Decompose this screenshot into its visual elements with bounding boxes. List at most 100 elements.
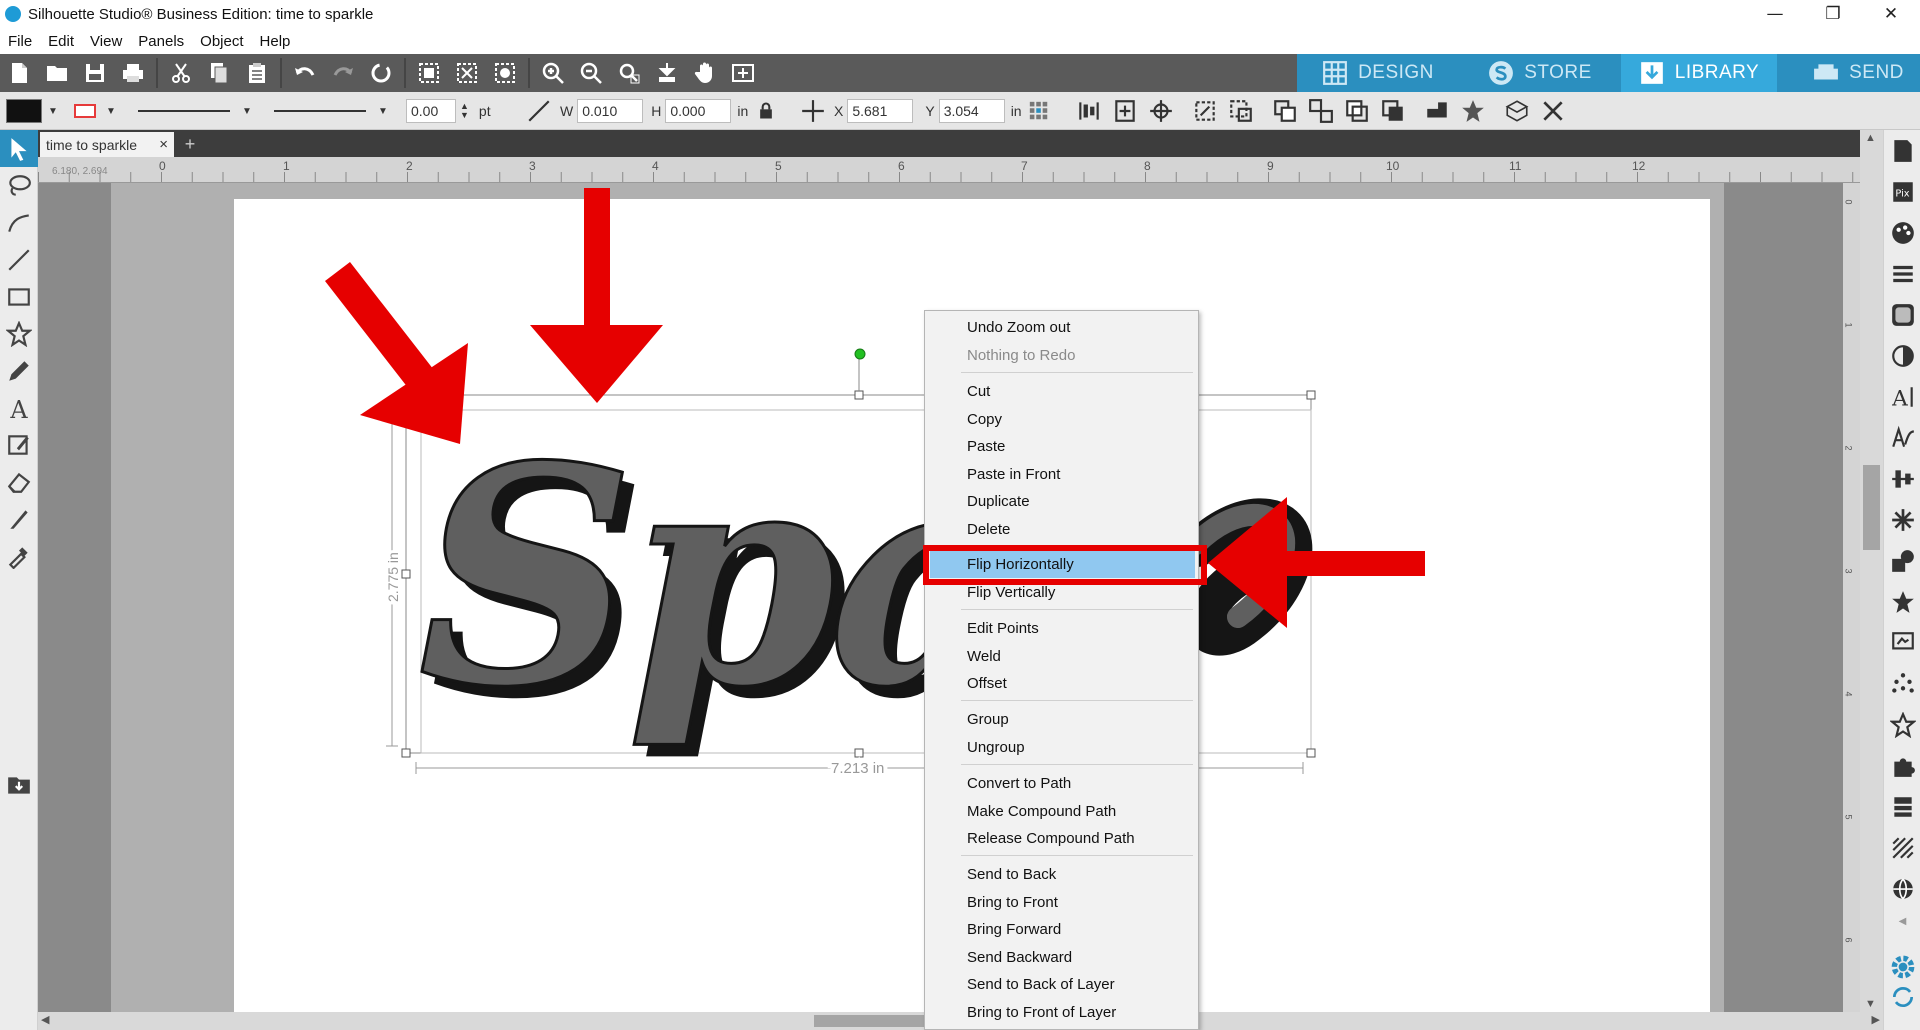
- tab-send[interactable]: SEND: [1777, 54, 1920, 92]
- line-width-input[interactable]: 0.00: [406, 99, 456, 123]
- line-cap-preview[interactable]: [274, 110, 366, 112]
- tab-store[interactable]: STORE: [1459, 54, 1621, 92]
- open-folder-icon[interactable]: [38, 54, 76, 92]
- menu-item-duplicate[interactable]: Duplicate: [967, 492, 1030, 512]
- compound-path-icon[interactable]: [1344, 98, 1370, 124]
- line-style-dropdown-icon[interactable]: ▼: [242, 106, 252, 117]
- deselect-icon[interactable]: [448, 54, 486, 92]
- library-folder-button[interactable]: [0, 766, 38, 803]
- lock-icon[interactable]: [756, 101, 776, 121]
- menu-item-edit-points[interactable]: Edit Points: [967, 619, 1039, 639]
- modify-button[interactable]: [1884, 540, 1920, 581]
- menu-item-make-compound-path[interactable]: Make Compound Path: [967, 802, 1116, 822]
- menu-item-send-to-back-of-layer[interactable]: Send to Back of Layer: [967, 975, 1115, 995]
- replicate-icon[interactable]: [1504, 98, 1530, 124]
- knife-tool[interactable]: [0, 500, 38, 537]
- layers-button[interactable]: [1884, 786, 1920, 827]
- print-icon[interactable]: [114, 54, 152, 92]
- sketch-button[interactable]: [1884, 663, 1920, 704]
- menu-item-weld[interactable]: Weld: [967, 647, 1001, 667]
- menu-edit[interactable]: Edit: [48, 33, 74, 50]
- x-input[interactable]: 5.681: [847, 99, 914, 123]
- zoom-select-icon[interactable]: [610, 54, 648, 92]
- lasso-tool[interactable]: [0, 167, 38, 204]
- menu-item-bring-to-front[interactable]: Bring to Front: [967, 893, 1058, 913]
- menu-item-cut[interactable]: Cut: [967, 382, 990, 402]
- sketch-fill-button[interactable]: [1884, 827, 1920, 868]
- menu-item-send-backward[interactable]: Send Backward: [967, 948, 1072, 968]
- line-tool[interactable]: [0, 241, 38, 278]
- edit-text-tool[interactable]: [0, 426, 38, 463]
- menu-item-offset[interactable]: Offset: [967, 674, 1007, 694]
- eraser-tool[interactable]: [0, 463, 38, 500]
- pixscan-button[interactable]: Pix: [1884, 171, 1920, 212]
- offset-button[interactable]: [1884, 581, 1920, 622]
- align-button[interactable]: [1884, 458, 1920, 499]
- menu-panels[interactable]: Panels: [138, 33, 184, 50]
- star-library-button[interactable]: [1884, 704, 1920, 745]
- trace-button[interactable]: [1884, 622, 1920, 663]
- menu-item-bring-forward[interactable]: Bring Forward: [967, 920, 1061, 940]
- menu-item-send-to-back[interactable]: Send to Back: [967, 865, 1056, 885]
- collapse-panel-button[interactable]: ◀: [1884, 909, 1920, 933]
- document-tab[interactable]: time to sparkle ×: [40, 132, 174, 157]
- menu-item-delete[interactable]: Delete: [967, 520, 1010, 540]
- redo-icon[interactable]: [324, 54, 362, 92]
- cut-icon[interactable]: [162, 54, 200, 92]
- pan-hand-icon[interactable]: [686, 54, 724, 92]
- zoom-fit-icon[interactable]: [724, 54, 762, 92]
- line-style-button[interactable]: [1884, 253, 1920, 294]
- close-tab-icon[interactable]: ×: [159, 136, 168, 153]
- save-icon[interactable]: [76, 54, 114, 92]
- menu-item-undo[interactable]: Undo Zoom out: [967, 318, 1070, 338]
- text-tool[interactable]: A: [0, 389, 38, 426]
- fill-color-dropdown-icon[interactable]: ▼: [48, 106, 58, 117]
- zoom-out-icon[interactable]: [572, 54, 610, 92]
- line-width-stepper[interactable]: ▲ ▼: [460, 102, 469, 120]
- select-all-icon[interactable]: [410, 54, 448, 92]
- menu-help[interactable]: Help: [260, 33, 291, 50]
- menu-item-paste-in-front[interactable]: Paste in Front: [967, 465, 1060, 485]
- scroll-up-icon[interactable]: ▲: [1865, 132, 1876, 144]
- settings-button[interactable]: [1884, 952, 1920, 982]
- minimize-button[interactable]: —: [1746, 0, 1804, 28]
- fill-pattern-button[interactable]: [1884, 294, 1920, 335]
- select-tool[interactable]: [0, 130, 38, 167]
- weld-icon[interactable]: [1424, 98, 1450, 124]
- fit-to-page-icon[interactable]: [648, 54, 686, 92]
- eyedropper-tool[interactable]: [0, 537, 38, 574]
- fill-color-swatch[interactable]: [6, 99, 42, 123]
- ungroup-icon[interactable]: [1308, 98, 1334, 124]
- menu-object[interactable]: Object: [200, 33, 243, 50]
- resize-icon[interactable]: [1192, 98, 1218, 124]
- tab-library[interactable]: LIBRARY: [1621, 54, 1777, 92]
- undo-icon[interactable]: [286, 54, 324, 92]
- rhinestone-button[interactable]: [1884, 868, 1920, 909]
- y-input[interactable]: 3.054: [938, 99, 1005, 123]
- reference-point-icon[interactable]: [1028, 100, 1050, 122]
- new-file-icon[interactable]: [0, 54, 38, 92]
- menu-item-convert-to-path[interactable]: Convert to Path: [967, 774, 1071, 794]
- zoom-in-icon[interactable]: [534, 54, 572, 92]
- menu-view[interactable]: View: [90, 33, 122, 50]
- draw-tool[interactable]: [0, 352, 38, 389]
- release-compound-icon[interactable]: [1380, 98, 1406, 124]
- line-color-swatch[interactable]: [74, 104, 96, 118]
- menu-item-flip-vertically[interactable]: Flip Vertically: [967, 583, 1055, 603]
- menu-item-group[interactable]: Group: [967, 710, 1009, 730]
- line-cap-dropdown-icon[interactable]: ▼: [378, 106, 388, 117]
- center-page-icon[interactable]: [1112, 98, 1138, 124]
- line-color-dropdown-icon[interactable]: ▼: [106, 106, 116, 117]
- text-style-button[interactable]: A: [1884, 376, 1920, 417]
- select-by-color-icon[interactable]: [486, 54, 524, 92]
- height-input[interactable]: 0.000: [665, 99, 732, 123]
- curve-tool[interactable]: [0, 204, 38, 241]
- text-to-path-button[interactable]: [1884, 417, 1920, 458]
- menu-item-paste[interactable]: Paste: [967, 437, 1005, 457]
- line-style-preview[interactable]: [138, 110, 230, 112]
- tab-design[interactable]: DESIGN: [1297, 54, 1459, 92]
- menu-item-copy[interactable]: Copy: [967, 410, 1002, 430]
- nesting-button[interactable]: [1884, 745, 1920, 786]
- redraw-icon[interactable]: [362, 54, 400, 92]
- scroll-right-icon[interactable]: ▶: [1872, 1013, 1880, 1026]
